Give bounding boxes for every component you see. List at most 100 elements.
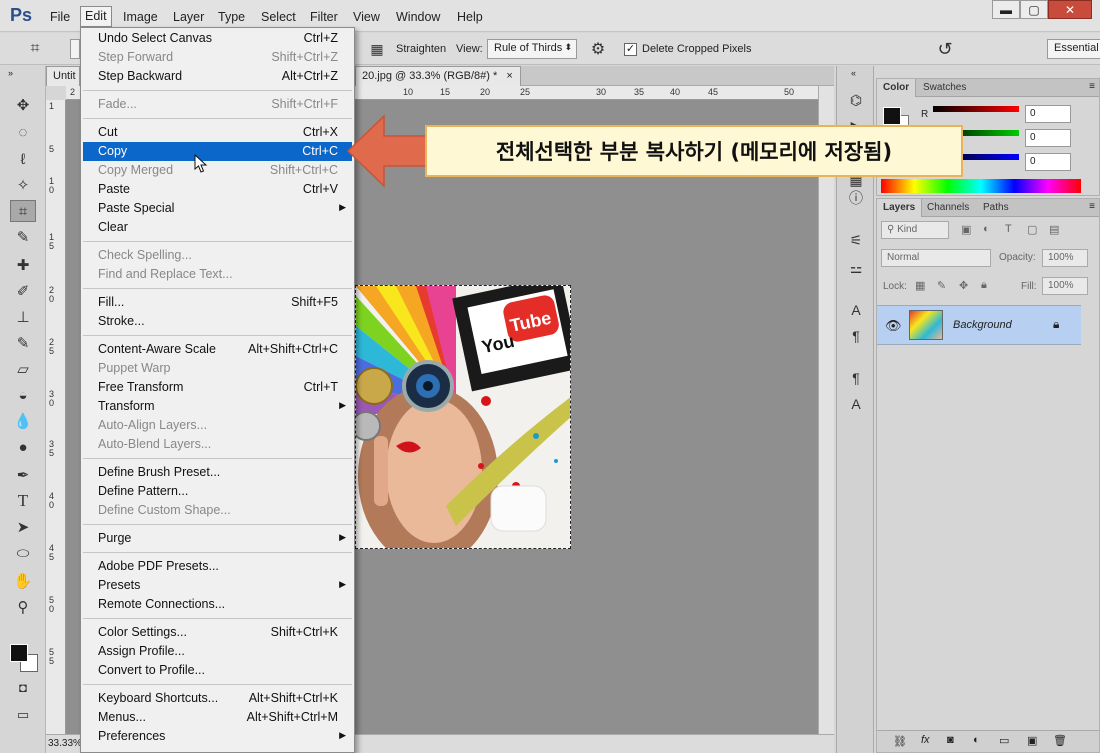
clone-stamp-icon[interactable]: ⊥ [10,306,36,328]
ellipse-tool-icon[interactable]: ⬭ [10,542,36,564]
history-panel-icon[interactable]: ⌬ [846,90,866,110]
marquee-tool-icon[interactable]: ◌ [10,121,36,143]
menu-item-transform[interactable]: Transform ▶ [83,397,352,416]
tab-layers[interactable]: Layers [877,199,923,217]
red-value-input[interactable]: 0 [1025,105,1071,123]
tab-paths[interactable]: Paths [977,199,1015,217]
menu-select[interactable]: Select [257,8,300,26]
kind-filter-select[interactable]: ⚲ Kind [881,221,949,239]
menu-filter[interactable]: Filter [306,8,342,26]
menu-item-assign-profile[interactable]: Assign Profile... [83,642,352,661]
menu-item-fill[interactable]: Fill... Shift+F5 [83,293,352,312]
layer-row-background[interactable]: 👁︎ Background 🔒︎ [877,305,1081,345]
history-brush-icon[interactable]: ✎ [10,332,36,354]
lock-pixels-icon[interactable]: ✎ [937,279,946,292]
eraser-icon[interactable]: ▱ [10,358,36,380]
gear-icon[interactable]: ⚙ [585,38,611,60]
zoom-level[interactable]: 33.33% [48,738,82,749]
reset-icon[interactable]: ↺ [932,38,958,60]
eye-icon[interactable]: 👁︎ [885,318,902,334]
menu-edit[interactable]: Edit [80,6,112,27]
maximize-button[interactable]: ▢ [1020,0,1048,19]
filter-type-icon[interactable]: T [1005,223,1012,235]
eyedropper-icon[interactable]: ✎ [10,226,36,248]
preset-dropdown[interactable] [70,39,80,59]
menu-item-paste-special[interactable]: Paste Special ▶ [83,199,352,218]
quick-select-icon[interactable]: ✧ [10,174,36,196]
straighten-icon[interactable]: ▦ [364,38,390,60]
menu-item-presets[interactable]: Presets ▶ [83,576,352,595]
path-select-icon[interactable]: ➤ [10,516,36,538]
link-layers-icon[interactable]: ⛓ [893,735,907,748]
paint-bucket-icon[interactable]: ◒ [10,384,36,406]
tab-image-document[interactable]: 20.jpg @ 33.3% (RGB/8#) * × [355,66,521,86]
blue-value-input[interactable]: 0 [1025,153,1071,171]
menu-item-step-backward[interactable]: Step Backward Alt+Ctrl+Z [83,67,352,86]
tab-channels[interactable]: Channels [921,199,975,217]
character-styles-icon[interactable]: A [846,394,866,414]
blur-icon[interactable]: 💧 [10,410,36,432]
healing-brush-icon[interactable]: ✚ [10,254,36,276]
move-tool-icon[interactable]: ✥ [10,94,36,116]
tab-close-icon[interactable]: × [506,70,512,82]
tab-untitled[interactable]: Untit [46,66,80,86]
paragraph-panel-icon[interactable]: ¶ [846,326,866,346]
foreground-color-swatch[interactable] [10,644,28,662]
lock-transparent-icon[interactable]: ▦ [915,279,925,292]
new-group-icon[interactable]: ▭ [999,734,1009,747]
menu-item-paste[interactable]: Paste Ctrl+V [83,180,352,199]
delete-cropped-checkbox[interactable]: ✓ [624,43,637,56]
quick-mask-icon[interactable]: ◘ [10,676,36,698]
panel-menu-icon[interactable]: ≡ [1089,201,1095,212]
tab-color[interactable]: Color [877,79,917,97]
menu-image[interactable]: Image [119,8,162,26]
menu-item-define-pattern[interactable]: Define Pattern... [83,482,352,501]
new-layer-icon[interactable]: ▣ [1027,734,1037,747]
menu-item-content-aware-scale[interactable]: Content-Aware Scale Alt+Shift+Ctrl+C [83,340,352,359]
green-value-input[interactable]: 0 [1025,129,1071,147]
brushes-panel-icon[interactable]: ⚟ [846,230,866,250]
menu-layer[interactable]: Layer [169,8,208,26]
straighten-label[interactable]: Straighten [396,43,446,55]
layer-name[interactable]: Background [953,319,1012,331]
info-panel-icon[interactable]: ⓘ [846,188,866,208]
minimize-button[interactable]: ▬ [992,0,1020,19]
menu-item-color-settings[interactable]: Color Settings... Shift+Ctrl+K [83,623,352,642]
expand-arrows-icon[interactable]: « [851,68,856,78]
menu-item-menus[interactable]: Menus... Alt+Shift+Ctrl+M [83,708,352,727]
panel-menu-icon[interactable]: ≡ [1089,81,1095,92]
menu-item-remote-connections[interactable]: Remote Connections... [83,595,352,614]
fx-icon[interactable]: fx [921,734,930,746]
menu-item-keyboard-shortcuts[interactable]: Keyboard Shortcuts... Alt+Shift+Ctrl+K [83,689,352,708]
menu-item-stroke[interactable]: Stroke... [83,312,352,331]
blend-mode-select[interactable]: Normal [881,249,991,267]
menu-item-purge[interactable]: Purge ▶ [83,529,352,548]
menu-type[interactable]: Type [214,8,249,26]
red-slider[interactable] [933,106,1019,112]
menu-item-define-brush-preset[interactable]: Define Brush Preset... [83,463,352,482]
menu-item-undo-select-canvas[interactable]: Undo Select Canvas Ctrl+Z [83,29,352,48]
menu-help[interactable]: Help [453,8,487,26]
paragraph-styles-icon[interactable]: ¶ [846,368,866,388]
menu-window[interactable]: Window [392,8,444,26]
filter-shape-icon[interactable]: ▢ [1027,223,1037,236]
color-spectrum[interactable] [881,179,1081,193]
crop-tool-icon[interactable]: ⌗ [22,38,48,60]
lock-position-icon[interactable]: ✥ [959,279,968,292]
menu-item-free-transform[interactable]: Free Transform Ctrl+T [83,378,352,397]
canvas-vertical-scrollbar[interactable] [818,86,834,734]
hand-tool-icon[interactable]: ✋ [10,570,36,592]
view-select[interactable]: Rule of Thirds ⬍ [487,39,577,59]
document-image[interactable]: You Tube [355,285,571,549]
color-fg-swatch[interactable] [883,107,901,125]
menu-view[interactable]: View [349,8,384,26]
menu-item-convert-to-profile[interactable]: Convert to Profile... [83,661,352,680]
menu-item-copy[interactable]: Copy Ctrl+C [83,142,352,161]
tab-swatches[interactable]: Swatches [917,79,972,97]
filter-pixel-icon[interactable]: ▣ [961,223,971,236]
brush-icon[interactable]: ✐ [10,280,36,302]
menu-item-preferences[interactable]: Preferences ▶ [83,727,352,746]
adjustment-layer-icon[interactable]: ◐ [973,734,980,746]
fill-input[interactable]: 100% [1042,277,1088,295]
brush-presets-icon[interactable]: ⚍ [846,258,866,278]
